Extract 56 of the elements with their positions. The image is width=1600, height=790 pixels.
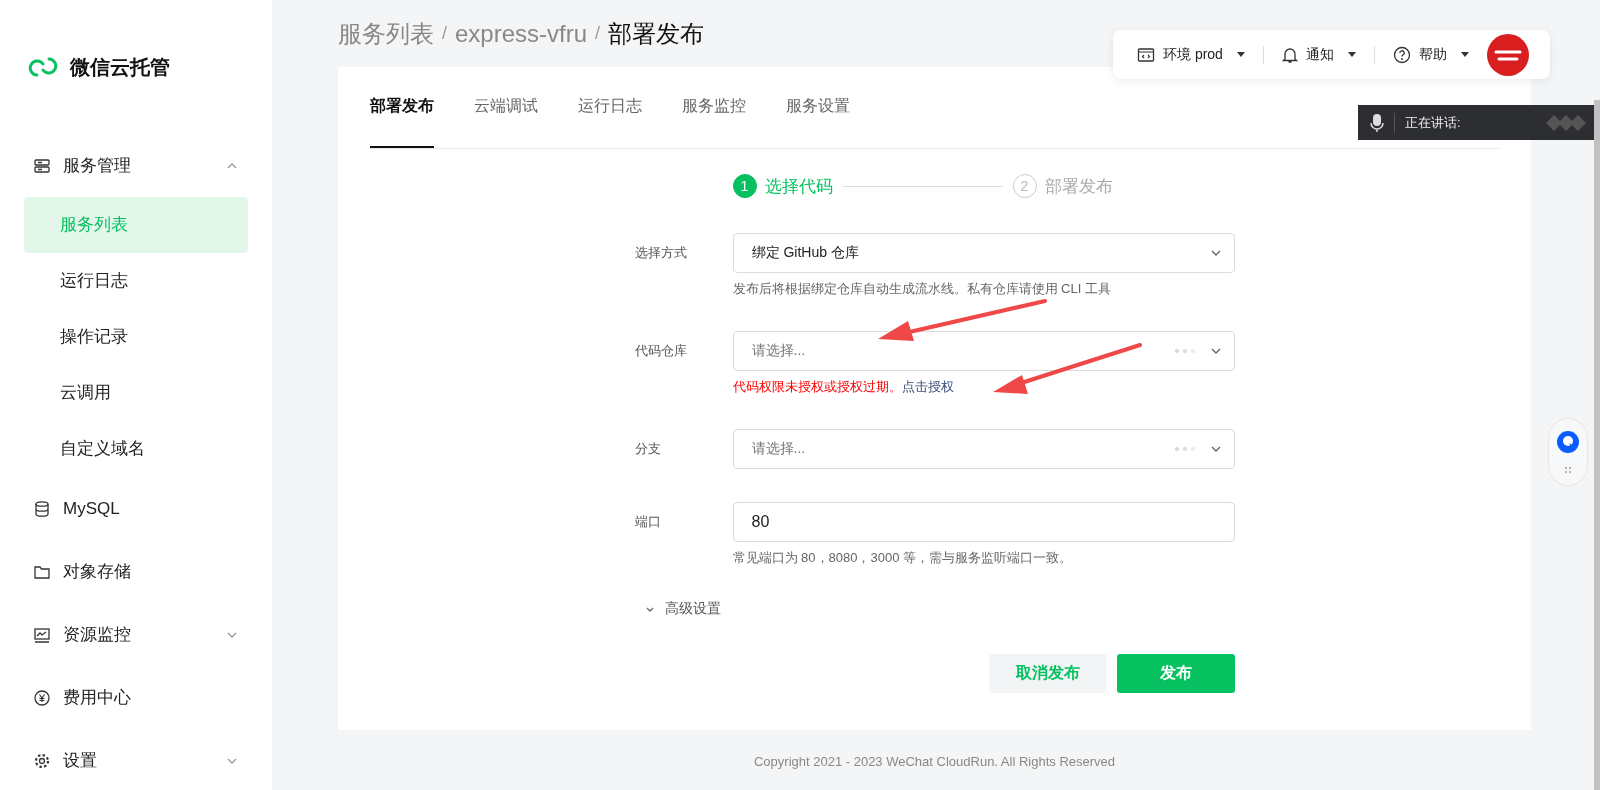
breadcrumb-separator: / bbox=[595, 23, 601, 44]
breadcrumb-item: 部署发布 bbox=[608, 18, 705, 49]
copyright-text: Copyright 2021 - 2023 WeChat CloudRun. All Rights Reserved bbox=[752, 754, 1117, 769]
tab[interactable]: 运行日志 bbox=[578, 67, 642, 148]
diamond-logo-icon bbox=[1544, 112, 1588, 133]
settings-icon bbox=[33, 751, 51, 770]
help-menu[interactable]: 帮助 bbox=[1392, 45, 1469, 64]
drag-handle-icon[interactable] bbox=[1564, 466, 1572, 474]
bell-icon bbox=[1281, 45, 1298, 64]
chart-monitor-icon bbox=[33, 625, 51, 644]
chat-bubble-icon bbox=[1556, 430, 1580, 454]
sidebar-subitem[interactable]: 运行日志 bbox=[24, 253, 248, 309]
avatar[interactable] bbox=[1486, 33, 1529, 76]
port-input[interactable]: 80 bbox=[732, 502, 1235, 542]
field-label: 分支 bbox=[634, 440, 662, 458]
error-message: 代码权限未授权或授权过期。 bbox=[732, 378, 902, 396]
select-field[interactable]: 绑定 GitHub 仓库 bbox=[732, 233, 1235, 273]
server-icon bbox=[33, 156, 51, 175]
sidebar-subitem[interactable]: 云调用 bbox=[24, 365, 248, 421]
cloud-logo-icon bbox=[28, 55, 58, 79]
sidebar-item[interactable]: 设置 bbox=[24, 729, 248, 790]
yen-icon bbox=[33, 688, 51, 707]
code-window-icon bbox=[1137, 46, 1155, 63]
field-label: 代码仓库 bbox=[634, 342, 688, 360]
sidebar-subitem[interactable]: 自定义域名 bbox=[24, 421, 248, 477]
step-label: 选择代码 bbox=[764, 175, 833, 198]
notification-menu[interactable]: 通知 bbox=[1281, 45, 1356, 64]
authorize-link[interactable]: 点击授权 bbox=[901, 378, 954, 396]
field-hint: 发布后将根据绑定仓库自动生成流水线。私有仓库请使用 CLI 工具 bbox=[732, 280, 1112, 298]
field-label: 选择方式 bbox=[634, 244, 688, 262]
field-hint: 常见端口为 80，8080，3000 等，需与服务监听端口一致。 bbox=[732, 549, 1074, 567]
advanced-settings-toggle[interactable]: 高级设置 bbox=[634, 600, 721, 618]
sidebar-item[interactable]: 资源监控 bbox=[24, 603, 248, 666]
breadcrumb-separator: / bbox=[442, 23, 447, 44]
step-number: 1 bbox=[732, 174, 757, 198]
select-field[interactable]: 请选择... bbox=[732, 331, 1235, 371]
sidebar-item[interactable]: 服务管理 bbox=[24, 134, 248, 197]
floating-assistant-widget[interactable] bbox=[1548, 418, 1588, 486]
help-icon bbox=[1392, 45, 1411, 64]
sidebar-subitem[interactable]: 操作记录 bbox=[24, 309, 248, 365]
scrollbar[interactable] bbox=[1594, 100, 1600, 790]
sidebar-item[interactable]: MySQL bbox=[24, 477, 248, 540]
tab[interactable]: 部署发布 bbox=[370, 67, 434, 148]
brand-name: 微信云托管 bbox=[70, 54, 170, 80]
environment-menu[interactable]: 环境 prod bbox=[1137, 45, 1245, 64]
sidebar-item[interactable]: 对象存储 bbox=[24, 540, 248, 603]
microphone-icon bbox=[1370, 112, 1384, 133]
database-icon bbox=[33, 499, 51, 518]
field-label: 端口 bbox=[634, 513, 662, 531]
tab[interactable]: 服务监控 bbox=[682, 67, 746, 148]
select-field[interactable]: 请选择... bbox=[732, 429, 1235, 469]
sidebar-item[interactable]: 费用中心 bbox=[24, 666, 248, 729]
tab[interactable]: 服务设置 bbox=[786, 67, 850, 148]
voice-status-text: 正在讲话: bbox=[1405, 113, 1461, 132]
tab[interactable]: 云端调试 bbox=[474, 67, 538, 148]
step-label: 部署发布 bbox=[1044, 175, 1113, 198]
